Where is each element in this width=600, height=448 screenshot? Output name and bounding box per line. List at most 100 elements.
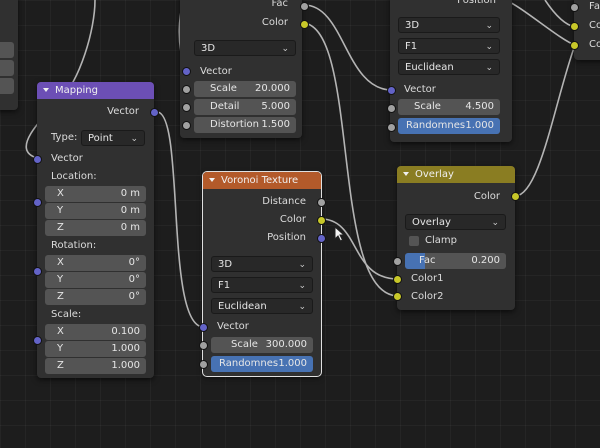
overlay-color-output: Color (473, 191, 500, 202)
voronoi-randomness-socket[interactable] (199, 360, 208, 369)
mapping-location-y[interactable]: Y 0 m (45, 203, 146, 219)
partial-field-3[interactable] (0, 78, 14, 94)
scale-x-label: X (57, 326, 64, 337)
noise-dimensions-dropdown[interactable]: 3D ⌄ (194, 40, 296, 56)
far-right-color1-input: Co (589, 20, 600, 31)
far-right-color1-socket[interactable] (570, 22, 579, 31)
mapping-rotation-socket[interactable] (33, 267, 42, 276)
voronoi-top-dimensions-dropdown[interactable]: 3D ⌄ (398, 17, 500, 33)
noise-scale-value: 20.000 (255, 83, 290, 94)
voronoi-top-metric-dropdown[interactable]: Euclidean ⌄ (398, 59, 500, 75)
overlay-color-output-socket[interactable] (511, 192, 520, 201)
noise-distortion-socket[interactable] (182, 121, 191, 130)
partial-field-2[interactable] (0, 60, 14, 76)
overlay-header[interactable]: Overlay (397, 166, 515, 183)
rotation-x-value: 0° (128, 257, 140, 268)
mapping-scale-x[interactable]: X 0.100 (45, 324, 146, 340)
noise-vector-socket[interactable] (182, 67, 191, 76)
partial-node-left[interactable] (0, 0, 18, 110)
noise-scale-field[interactable]: Scale 20.000 (194, 81, 296, 97)
rotation-y-label: Y (57, 274, 64, 285)
noise-color-output: Color (261, 17, 288, 28)
noise-scale-socket[interactable] (182, 85, 191, 94)
voronoi-top-position-output: Position (457, 0, 496, 6)
voronoi-header[interactable]: Voronoi Texture (203, 172, 321, 189)
voronoi-top-scale-socket[interactable] (387, 104, 396, 113)
voronoi-title: Voronoi Texture (221, 175, 299, 186)
overlay-blend-value: Overlay (412, 217, 451, 228)
voronoi-top-feature-dropdown[interactable]: F1 ⌄ (398, 38, 500, 54)
overlay-fac-socket[interactable] (393, 257, 402, 266)
voronoi-distance-socket[interactable] (317, 198, 326, 207)
overlay-fac-field[interactable]: Fac 0.200 (405, 253, 506, 269)
mapping-vector-input-socket[interactable] (33, 155, 42, 164)
mapping-title: Mapping (55, 85, 98, 96)
voronoi-metric-dropdown[interactable]: Euclidean ⌄ (211, 298, 313, 314)
overlay-color1-input: Color1 (411, 273, 444, 284)
voronoi-randomness-label: Randomnes (219, 358, 279, 369)
noise-fac-socket[interactable] (300, 2, 309, 11)
noise-distortion-value: 1.500 (261, 119, 290, 130)
mapping-vector-output: Vector (107, 106, 139, 117)
noise-fac-output: Fac (271, 0, 288, 9)
mapping-node[interactable]: Mapping Vector Type: Point ⌄ Vector Loca… (37, 82, 154, 378)
rotation-z-label: Z (57, 291, 64, 302)
voronoi-randomness-field[interactable]: Randomnes 1.000 (211, 356, 313, 372)
mapping-rotation-x[interactable]: X 0° (45, 255, 146, 271)
mapping-location-x[interactable]: X 0 m (45, 186, 146, 202)
mapping-location-z[interactable]: Z 0 m (45, 220, 146, 236)
noise-color-socket[interactable] (300, 20, 309, 29)
mapping-rotation-y[interactable]: Y 0° (45, 272, 146, 288)
chevron-down-icon: ⌄ (485, 63, 493, 73)
mapping-scale-z[interactable]: Z 1.000 (45, 358, 146, 374)
location-y-value: 0 m (120, 205, 140, 216)
voronoi-top-scale-field[interactable]: Scale 4.500 (398, 99, 500, 115)
far-right-color2-socket[interactable] (570, 41, 579, 50)
scale-z-label: Z (57, 360, 64, 371)
voronoi-position-output: Position (267, 232, 306, 243)
chevron-down-icon: ⌄ (485, 21, 493, 31)
overlay-node[interactable]: Overlay Color Overlay ⌄ Clamp Fac 0.200 … (397, 166, 515, 310)
noise-detail-socket[interactable] (182, 103, 191, 112)
noise-detail-field[interactable]: Detail 5.000 (194, 99, 296, 115)
chevron-down-icon: ⌄ (298, 260, 306, 270)
overlay-blend-dropdown[interactable]: Overlay ⌄ (405, 214, 506, 230)
noise-distortion-field[interactable]: Distortion 1.500 (194, 117, 296, 133)
mapping-vector-output-socket[interactable] (150, 108, 159, 117)
mapping-header[interactable]: Mapping (37, 82, 154, 99)
mapping-scale-socket[interactable] (33, 336, 42, 345)
scale-y-label: Y (57, 343, 64, 354)
mapping-scale-y[interactable]: Y 1.000 (45, 341, 146, 357)
overlay-color2-socket[interactable] (393, 292, 402, 301)
link-noise-fac-to-voronoi-vector (303, 4, 393, 91)
voronoi-top-randomness-field[interactable]: Randomnes 1.000 (398, 118, 500, 134)
voronoi-dimensions-dropdown[interactable]: 3D ⌄ (211, 256, 313, 272)
rotation-x-label: X (57, 257, 64, 268)
location-x-label: X (57, 188, 64, 199)
voronoi-texture-node[interactable]: Voronoi Texture Distance Color Position … (202, 171, 322, 377)
mapping-type-value: Point (88, 133, 113, 144)
far-right-fac-socket[interactable] (570, 3, 579, 12)
voronoi-color-socket[interactable] (317, 216, 326, 225)
voronoi-scale-label: Scale (231, 339, 258, 350)
clamp-checkbox[interactable] (409, 236, 419, 246)
noise-texture-node[interactable]: Fac Color 3D ⌄ Vector Scale 20.000 Detai… (180, 0, 302, 138)
mapping-location-socket[interactable] (33, 198, 42, 207)
voronoi-top-vector-socket[interactable] (387, 86, 396, 95)
voronoi-top-node[interactable]: Position 3D ⌄ F1 ⌄ Euclidean ⌄ Vector Sc… (390, 0, 512, 142)
voronoi-scale-socket[interactable] (199, 341, 208, 350)
voronoi-feature-dropdown[interactable]: F1 ⌄ (211, 277, 313, 293)
overlay-fac-value: 0.200 (471, 255, 500, 266)
voronoi-top-randomness-socket[interactable] (387, 123, 396, 132)
voronoi-position-socket[interactable] (317, 234, 326, 243)
mapping-type-dropdown[interactable]: Point ⌄ (81, 130, 145, 146)
voronoi-top-vector-input: Vector (404, 84, 436, 95)
overlay-color1-socket[interactable] (393, 275, 402, 284)
voronoi-vector-socket[interactable] (199, 323, 208, 332)
location-y-label: Y (57, 205, 64, 216)
voronoi-scale-field[interactable]: Scale 300.000 (211, 337, 313, 353)
mapping-rotation-z[interactable]: Z 0° (45, 289, 146, 305)
scale-z-value: 1.000 (111, 360, 140, 371)
voronoi-top-dimensions-value: 3D (405, 20, 420, 31)
partial-field-1[interactable] (0, 42, 14, 58)
